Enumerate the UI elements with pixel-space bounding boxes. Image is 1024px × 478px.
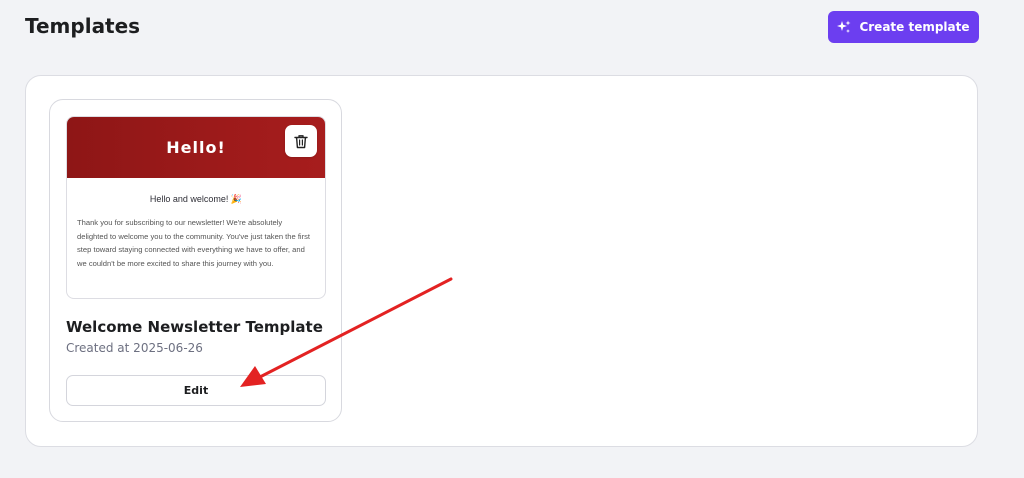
trash-icon <box>294 134 308 149</box>
template-name: Welcome Newsletter Template <box>66 318 323 336</box>
delete-template-button[interactable] <box>285 125 317 157</box>
sparkle-icon <box>837 20 851 34</box>
preview-header-text: Hello! <box>166 138 226 157</box>
create-template-label: Create template <box>859 20 970 34</box>
edit-button[interactable]: Edit <box>66 375 326 406</box>
template-created-date: Created at 2025-06-26 <box>66 341 203 355</box>
create-template-button[interactable]: Create template <box>828 11 979 43</box>
preview-greeting: Hello and welcome! 🎉 <box>149 194 243 204</box>
edit-button-label: Edit <box>183 384 209 397</box>
page-title: Templates <box>25 14 141 38</box>
preview-body: Thank you for subscribing to our newslet… <box>77 218 311 268</box>
